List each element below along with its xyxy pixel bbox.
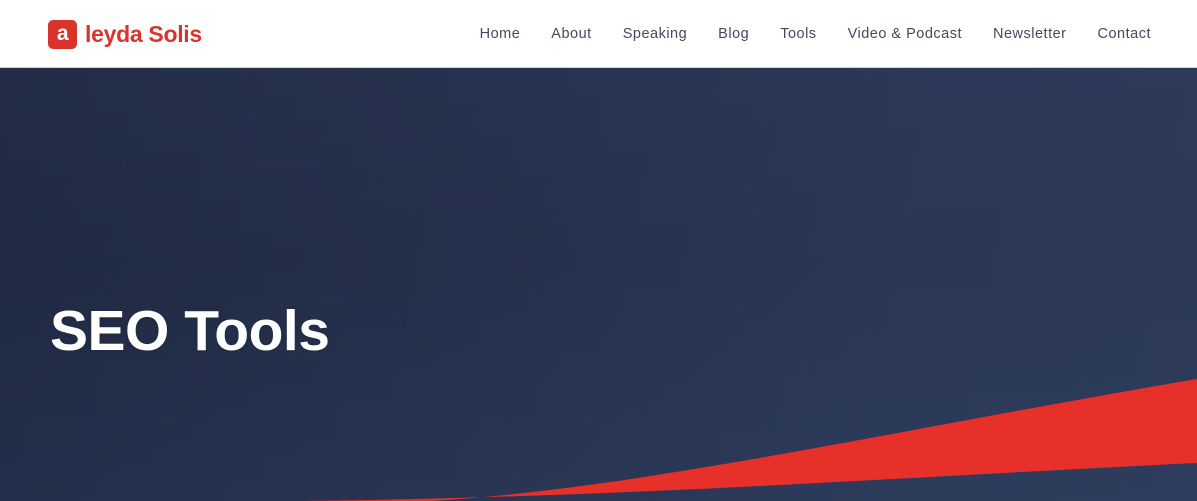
- red-swoosh-shape: [300, 379, 1197, 501]
- site-logo[interactable]: a leyda Solis: [48, 19, 202, 49]
- main-navigation: Home About Speaking Blog Tools Video & P…: [480, 26, 1151, 42]
- page-root: a leyda Solis Home About Speaking Blog T…: [0, 0, 1197, 501]
- header-divider: [0, 67, 1197, 68]
- nav-item-contact[interactable]: Contact: [1098, 26, 1151, 42]
- nav-item-speaking[interactable]: Speaking: [623, 26, 687, 42]
- nav-item-home[interactable]: Home: [480, 26, 521, 42]
- nav-item-video-podcast[interactable]: Video & Podcast: [848, 26, 962, 42]
- page-title: SEO Tools: [50, 299, 330, 363]
- nav-item-blog[interactable]: Blog: [718, 26, 749, 42]
- nav-item-about[interactable]: About: [551, 26, 591, 42]
- logo-text: leyda Solis: [85, 20, 202, 47]
- site-header: a leyda Solis Home About Speaking Blog T…: [0, 0, 1197, 68]
- nav-item-tools[interactable]: Tools: [780, 26, 816, 42]
- nav-item-newsletter[interactable]: Newsletter: [993, 26, 1067, 42]
- logo-badge-icon: a: [48, 19, 77, 49]
- red-curve-decoration: [300, 379, 1197, 501]
